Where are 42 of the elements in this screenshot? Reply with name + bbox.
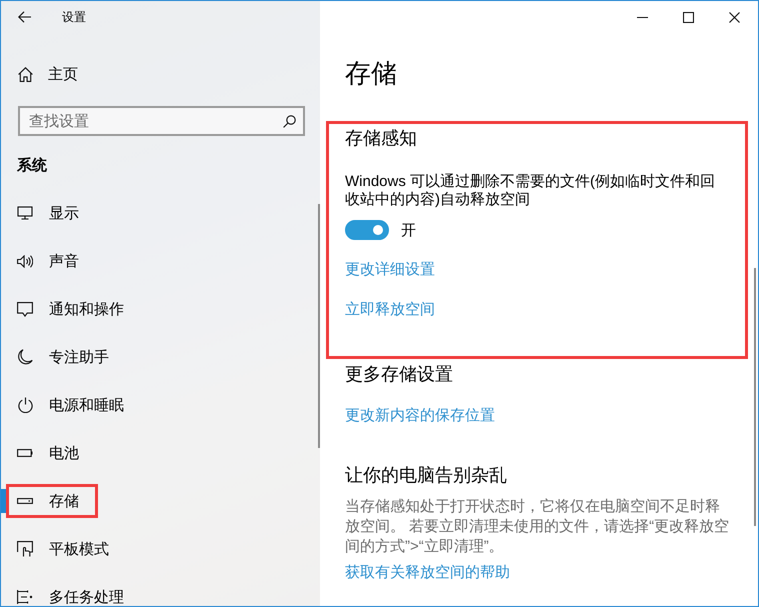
- speech-bubble-icon: [17, 302, 33, 316]
- scrollbar-thumb[interactable]: [318, 204, 320, 448]
- home-icon: [18, 66, 33, 82]
- tablet-hand-icon: [17, 541, 33, 557]
- back-arrow-icon: [18, 11, 30, 23]
- toggle-state-label: 开: [401, 220, 416, 240]
- sidebar-item[interactable]: 显示: [6, 189, 320, 237]
- scrollbar-thumb[interactable]: [754, 268, 756, 526]
- home-link[interactable]: 主页: [1, 50, 320, 98]
- section-heading: 让你的电脑告别杂乱: [345, 464, 508, 487]
- close-icon: [728, 12, 740, 22]
- search-icon: [283, 115, 296, 128]
- sidebar-item[interactable]: 多任务处理: [6, 573, 320, 606]
- page-title: 存储: [345, 57, 398, 90]
- drive-icon: [17, 498, 33, 504]
- monitor-icon: [17, 206, 33, 220]
- speaker-icon: [17, 254, 33, 268]
- sidebar-item[interactable]: 声音: [6, 237, 320, 285]
- section-heading: 系统: [17, 156, 48, 176]
- multitasking-icon: [17, 589, 33, 605]
- toggle-switch[interactable]: [345, 220, 389, 240]
- description-text: Windows 可以通过删除不需要的文件(例如临时文件和回收站中的内容)自动释放空间: [345, 173, 716, 209]
- sidebar-item[interactable]: 平板模式: [6, 525, 320, 573]
- search-field[interactable]: 查找设置: [18, 106, 305, 136]
- link[interactable]: 获取有关释放空间的帮助: [345, 563, 510, 583]
- maximize-icon: [682, 12, 694, 22]
- link[interactable]: 更改新内容的保存位置: [345, 406, 495, 426]
- link[interactable]: 更改详细设置: [345, 260, 435, 280]
- sidebar-item[interactable]: 通知和操作: [6, 285, 320, 333]
- section-heading: 存储感知: [345, 127, 418, 150]
- sidebar-item[interactable]: 存储: [6, 477, 320, 525]
- moon-icon: [18, 349, 32, 365]
- sidebar-item[interactable]: 电池: [6, 429, 320, 477]
- link[interactable]: 立即释放空间: [345, 300, 435, 320]
- sidebar-item[interactable]: 专注助手: [6, 333, 320, 381]
- section-heading: 更多存储设置: [345, 363, 454, 386]
- description-text: 当存储感知处于打开状态时，它将仅在电脑空间不足时释放空间。 若要立即清理未使用的文件，请选择“更改释放空间的方式”>“立即清理”。: [345, 497, 730, 557]
- power-icon: [18, 397, 32, 413]
- minimize-icon: [636, 16, 648, 18]
- battery-icon: [17, 449, 33, 457]
- sidebar-item[interactable]: 电源和睡眠: [6, 381, 320, 429]
- window-title: 设置: [62, 8, 86, 26]
